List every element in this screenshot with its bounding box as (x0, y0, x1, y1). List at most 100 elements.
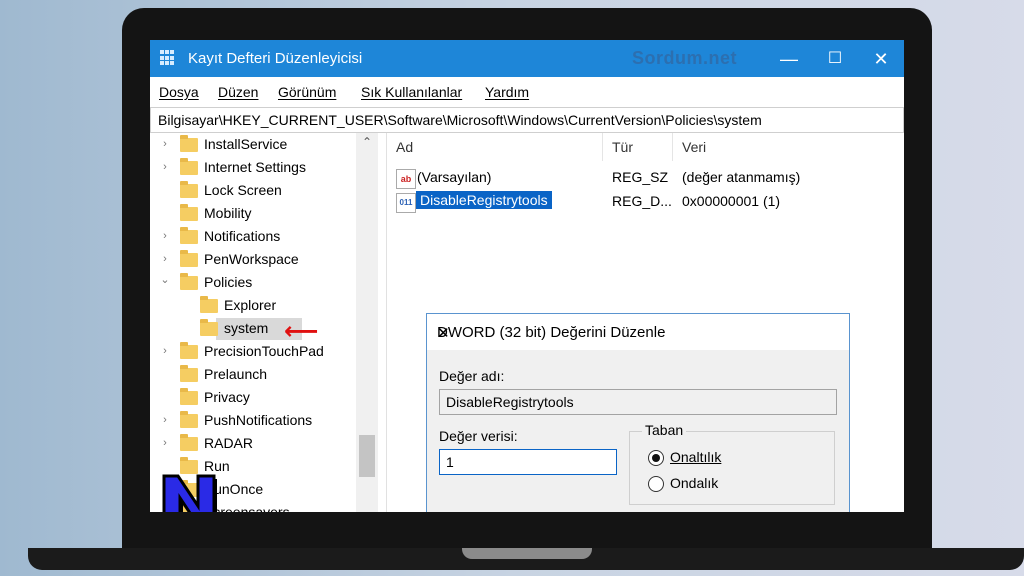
column-divider[interactable] (672, 133, 673, 161)
menu-dosya[interactable]: Dosya (159, 84, 199, 100)
table-row[interactable]: 011 DisableRegistrytools REG_D... 0x0000… (388, 191, 904, 214)
column-header-data[interactable]: Veri (682, 139, 706, 155)
tree-item-label: PushNotifications (204, 412, 313, 428)
string-value-icon: ab (396, 169, 416, 189)
tree-item-label: InstallService (204, 136, 288, 152)
tree-item-radar[interactable]: › RADAR (150, 433, 365, 456)
dialog-close-icon[interactable]: ✕ (437, 324, 450, 342)
decimal-label[interactable]: Ondalık (670, 475, 718, 491)
n-logo-icon (162, 474, 217, 512)
close-button[interactable]: ✕ (858, 44, 904, 74)
value-name-text: DisableRegistrytools (446, 394, 574, 410)
value-data-label: Değer verisi: (439, 428, 518, 444)
maximize-button[interactable]: ☐ (812, 44, 858, 74)
folder-icon (180, 204, 198, 221)
base-label: Taban (642, 422, 687, 438)
tree-item-explorer[interactable]: Explorer (150, 295, 365, 318)
menu-yardim[interactable]: Yardım (485, 84, 529, 100)
tree-item-label: Prelaunch (204, 366, 268, 382)
menu-gorunum[interactable]: Görünüm (278, 84, 336, 100)
tree-item-policies[interactable]: ⌄ Policies (150, 272, 365, 295)
folder-icon (180, 250, 198, 267)
folder-icon (180, 158, 198, 175)
tree-item-pushnotifications[interactable]: › PushNotifications (150, 410, 365, 433)
chevron-right-icon[interactable]: › (159, 252, 171, 266)
tree-item-installservice[interactable]: › InstallService (150, 134, 365, 157)
watermark-text: Sordum.net (632, 48, 738, 68)
folder-icon (200, 319, 218, 336)
folder-icon (180, 273, 198, 290)
key-tree: › InstallService › Internet Settings Lock … (150, 133, 386, 512)
tree-item-lock-screen[interactable]: Lock Screen (150, 180, 365, 203)
menu-duzen[interactable]: Düzen (218, 84, 258, 100)
tree-item-notifications[interactable]: › Notifications (150, 226, 365, 249)
registry-editor-window: Kayıt Defteri Düzenleyicisi Sordum.net —… (150, 40, 904, 512)
column-header-type[interactable]: Tür (612, 139, 633, 155)
tree-item-label: Mobility (204, 205, 252, 221)
chevron-down-icon[interactable]: ⌄ (159, 273, 171, 287)
value-name-field[interactable]: DisableRegistrytools (439, 389, 837, 415)
chevron-right-icon[interactable]: › (159, 137, 171, 151)
tree-item-label: Policies (204, 274, 253, 290)
tree-item-label: system (224, 320, 269, 336)
value-data-field[interactable]: 1 (439, 449, 617, 475)
window-title: Kayıt Defteri Düzenleyicisi (188, 50, 363, 67)
folder-icon (180, 342, 198, 359)
table-row[interactable]: ab (Varsayılan) REG_SZ (değer atanmamış) (388, 167, 904, 190)
tree-scrollbar[interactable]: ⌃ (356, 133, 378, 512)
tree-item-label: Lock Screen (204, 182, 282, 198)
chevron-placeholder (159, 183, 171, 197)
chevron-right-icon[interactable]: › (159, 413, 171, 427)
value-data-text: 1 (446, 454, 454, 470)
tree-item-prelaunch[interactable]: Prelaunch (150, 364, 365, 387)
column-header-name[interactable]: Ad (396, 139, 413, 155)
edit-dword-dialog: DWORD (32 bit) Değerini Düzenle ✕ Değer … (426, 313, 850, 512)
title-bar: Kayıt Defteri Düzenleyicisi Sordum.net —… (150, 40, 904, 77)
folder-icon (180, 135, 198, 152)
folder-icon (180, 434, 198, 451)
value-name: DisableRegistrytools (416, 191, 552, 209)
chevron-right-icon[interactable]: › (159, 436, 171, 450)
chevron-placeholder (159, 367, 171, 381)
tree-item-label: PenWorkspace (204, 251, 299, 267)
tree-item-label: Notifications (204, 228, 281, 244)
folder-icon (200, 296, 218, 313)
hex-label[interactable]: Onaltılık (670, 449, 721, 465)
chevron-placeholder (179, 321, 191, 335)
tree-item-internet-settings[interactable]: › Internet Settings (150, 157, 365, 180)
folder-icon (180, 388, 198, 405)
chevron-right-icon[interactable]: › (159, 229, 171, 243)
chevron-placeholder (159, 206, 171, 220)
folder-icon (180, 227, 198, 244)
tree-item-privacy[interactable]: Privacy (150, 387, 365, 410)
menu-bar: Dosya Düzen Görünüm Sık Kullanılanlar Ya… (150, 77, 904, 108)
hex-radio[interactable] (648, 450, 664, 466)
chevron-right-icon[interactable]: › (159, 160, 171, 174)
tree-item-penworkspace[interactable]: › PenWorkspace (150, 249, 365, 272)
scroll-up-icon[interactable]: ⌃ (356, 135, 378, 151)
value-type: REG_SZ (612, 169, 669, 185)
address-bar[interactable]: Bilgisayar\HKEY_CURRENT_USER\Software\Mi… (150, 107, 904, 133)
laptop-notch (462, 548, 592, 559)
menu-sik-kullanilanlar[interactable]: Sık Kullanılanlar (361, 84, 462, 100)
value-data: 0x00000001 (1) (682, 193, 781, 209)
decimal-radio[interactable] (648, 476, 664, 492)
binary-value-icon: 011 (396, 193, 416, 213)
red-arrow-annotation: ⟵ (284, 318, 319, 345)
folder-icon (180, 365, 198, 382)
base-groupbox: Taban Onaltılık Ondalık (629, 422, 835, 505)
tree-item-precisiontouchpad[interactable]: › PrecisionTouchPad (150, 341, 365, 364)
chevron-placeholder (159, 390, 171, 404)
column-divider[interactable] (602, 133, 603, 161)
chevron-right-icon[interactable]: › (159, 344, 171, 358)
scrollbar-thumb[interactable] (359, 435, 375, 477)
dialog-title-bar: DWORD (32 bit) Değerini Düzenle ✕ (427, 314, 849, 350)
value-type: REG_D... (612, 193, 672, 209)
value-data: (değer atanmamış) (682, 169, 801, 185)
tree-item-system[interactable]: system (150, 318, 365, 341)
minimize-button[interactable]: — (766, 44, 812, 74)
value-name: (Varsayılan) (417, 169, 492, 185)
tree-item-label: RADAR (204, 435, 254, 451)
pane-splitter[interactable] (386, 133, 387, 512)
tree-item-mobility[interactable]: Mobility (150, 203, 365, 226)
